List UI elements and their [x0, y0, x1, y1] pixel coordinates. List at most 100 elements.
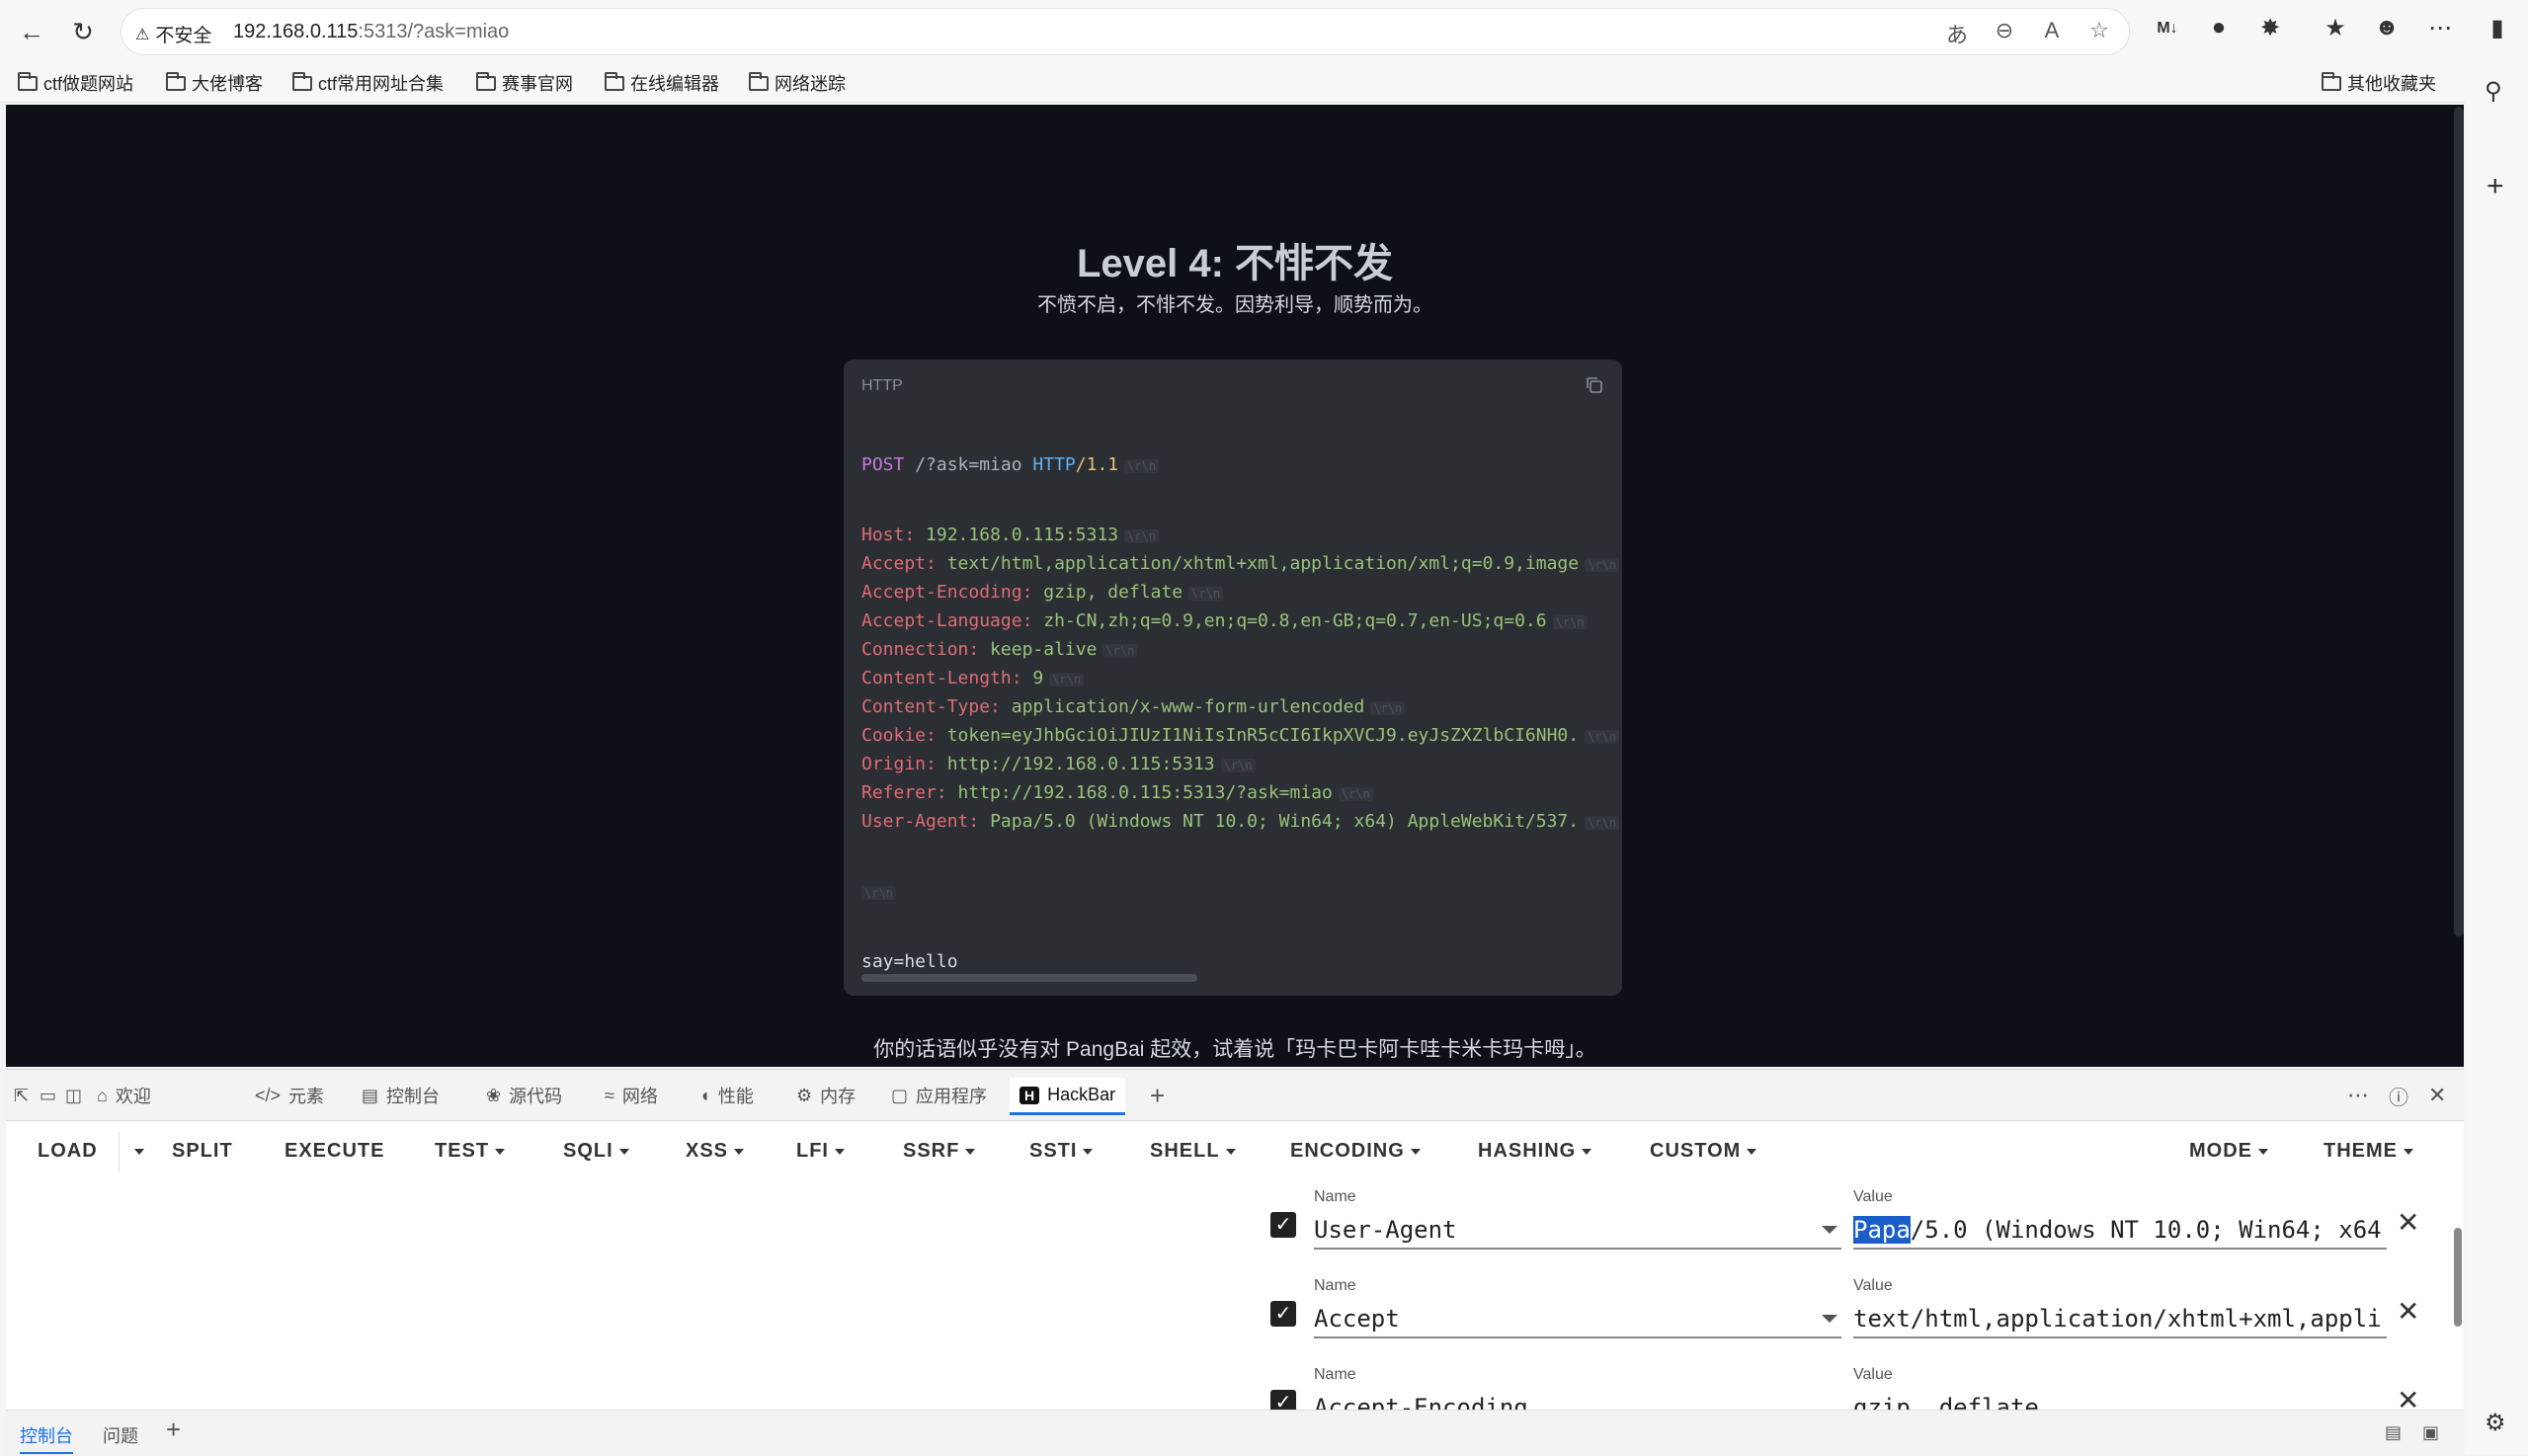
translate-icon[interactable]: あ — [1942, 18, 1972, 47]
chevron-down-icon — [1822, 1315, 1837, 1323]
custom-menu[interactable]: CUSTOM — [1650, 1140, 1757, 1163]
tab-application[interactable]: ▢ 应用程序 — [891, 1080, 987, 1111]
sidebar-toggle-icon[interactable]: ▮ — [2480, 14, 2515, 49]
bookmark-folder[interactable]: 赛事官网 — [476, 69, 573, 97]
folder-icon — [476, 71, 496, 91]
mode-menu[interactable]: MODE — [2189, 1140, 2268, 1163]
read-aloud-icon[interactable]: A — [2037, 18, 2067, 47]
encoding-menu[interactable]: ENCODING — [1290, 1140, 1421, 1163]
load-button[interactable]: LOAD — [38, 1140, 98, 1163]
menu-label: XSS — [686, 1140, 729, 1162]
more-menu-icon[interactable]: ⋯ — [2422, 14, 2458, 49]
header-name-select[interactable]: Accept-Encoding — [1314, 1388, 1841, 1410]
markdown-extension-icon[interactable]: M↓ — [2150, 20, 2185, 55]
help-icon[interactable]: ⓘ — [2389, 1080, 2408, 1111]
delete-header-icon[interactable]: ✕ — [2397, 1384, 2419, 1410]
load-dropdown-icon[interactable] — [128, 1140, 144, 1163]
header-value-input[interactable]: Papa/5.0 (Windows NT 10.0; Win64; x64 — [1853, 1210, 2387, 1250]
header-enabled-checkbox[interactable]: ✓ — [1270, 1301, 1296, 1327]
delete-header-icon[interactable]: ✕ — [2397, 1206, 2419, 1239]
browser-toolbar: ← ↻ ⚠ 不安全 192.168.0.115:5313/?ask=miao あ… — [0, 0, 2528, 63]
profile-avatar-icon[interactable]: ☻ — [2369, 14, 2405, 49]
dock-side-icon[interactable]: ◫ — [65, 1080, 82, 1111]
tab-elements[interactable]: </> 元素 — [255, 1080, 324, 1111]
theme-menu[interactable]: THEME — [2324, 1140, 2413, 1163]
code-horizontal-scrollbar[interactable] — [861, 974, 1197, 982]
extension-circle-icon[interactable]: ● — [2201, 14, 2237, 49]
favorite-star-icon[interactable]: ☆ — [2084, 18, 2114, 47]
menu-label: LFI — [796, 1140, 829, 1162]
execute-button[interactable]: EXECUTE — [285, 1140, 384, 1163]
address-bar[interactable]: ⚠ 不安全 192.168.0.115:5313/?ask=miao あ ⊖ A… — [121, 8, 2130, 55]
drawer-tab-issues[interactable]: 问题 — [103, 1422, 138, 1448]
xss-menu[interactable]: XSS — [686, 1140, 745, 1163]
header-enabled-checkbox[interactable]: ✓ — [1270, 1212, 1296, 1238]
header-value-input[interactable]: gzip, deflate — [1853, 1388, 2387, 1410]
add-tab-icon[interactable]: + — [1150, 1080, 1165, 1111]
url-text[interactable]: 192.168.0.115:5313/?ask=miao — [233, 21, 509, 43]
devtools-panel: ⇱ ▭ ◫ ⌂ 欢迎 </> 元素 ▤ 控制台 ❀ 源代码 ≈ 网络 ◖ 性能 ⚙ 内存 ▢ 应… — [6, 1069, 2464, 1456]
sqli-menu[interactable]: SQLI — [563, 1140, 629, 1163]
security-indicator[interactable]: ⚠ 不安全 — [135, 21, 211, 47]
tab-sources[interactable]: ❀ 源代码 — [486, 1080, 562, 1111]
request-path: /?ask=miao — [915, 454, 1022, 475]
drawer-tab-console[interactable]: 控制台 — [20, 1422, 73, 1454]
tab-hackbar[interactable]: H HackBar — [1010, 1078, 1126, 1115]
bookmark-folder[interactable]: 在线编辑器 — [605, 69, 719, 97]
favorites-icon[interactable]: ★ — [2318, 14, 2353, 49]
header-name-value: Accept — [1314, 1305, 1400, 1333]
ssti-menu[interactable]: SSTI — [1029, 1140, 1094, 1163]
page-vertical-scrollbar[interactable] — [2454, 107, 2464, 936]
ssrf-menu[interactable]: SSRF — [903, 1140, 976, 1163]
zoom-out-icon[interactable]: ⊖ — [1990, 18, 2019, 47]
devtools-tab-bar: ⇱ ▭ ◫ ⌂ 欢迎 </> 元素 ▤ 控制台 ❀ 源代码 ≈ 网络 ◖ 性能 ⚙ 内存 ▢ 应… — [6, 1070, 2464, 1121]
settings-gear-icon[interactable]: ⚙ — [2485, 1409, 2506, 1437]
header-value-input[interactable]: text/html,application/xhtml+xml,appli — [1853, 1299, 2387, 1338]
undock-drawer-icon[interactable]: ▤ — [2385, 1422, 2402, 1443]
test-menu[interactable]: TEST — [435, 1140, 506, 1163]
tab-welcome[interactable]: ⌂ 欢迎 — [97, 1080, 151, 1111]
header-key: Accept-Encoding — [861, 582, 1022, 603]
delete-header-icon[interactable]: ✕ — [2397, 1295, 2419, 1328]
shell-menu[interactable]: SHELL — [1150, 1140, 1236, 1163]
tab-performance[interactable]: ◖ 性能 — [699, 1080, 754, 1111]
tab-console[interactable]: ▤ 控制台 — [362, 1080, 440, 1111]
header-name-select[interactable]: User-Agent — [1314, 1210, 1841, 1250]
reload-icon[interactable]: ↻ — [63, 12, 103, 51]
more-options-icon[interactable]: ⋯ — [2347, 1080, 2369, 1111]
bookmark-folder[interactable]: ctf常用网址合集 — [292, 69, 444, 97]
bookmark-label: 在线编辑器 — [630, 74, 719, 94]
request-body: say=hello — [861, 951, 958, 972]
chevron-down-icon — [495, 1148, 506, 1155]
close-devtools-icon[interactable]: ✕ — [2428, 1080, 2446, 1111]
header-value: gzip, deflate — [1043, 582, 1183, 603]
crlf-marker: \r\n — [1124, 529, 1160, 543]
crlf-marker: \r\n — [1124, 459, 1160, 473]
header-name-select[interactable]: Accept — [1314, 1299, 1841, 1338]
home-icon: ⌂ — [97, 1085, 108, 1105]
device-toolbar-icon[interactable]: ▭ — [40, 1080, 56, 1111]
inspect-icon[interactable]: ⇱ — [14, 1080, 29, 1111]
bookmark-folder[interactable]: 大佬博客 — [166, 69, 263, 97]
header-value: http://192.168.0.115:5313 — [946, 754, 1215, 774]
tab-network[interactable]: ≈ 网络 — [605, 1080, 658, 1111]
split-button[interactable]: SPLIT — [172, 1140, 233, 1163]
back-icon[interactable]: ← — [12, 12, 51, 51]
bookmark-folder[interactable]: 网络迷踪 — [749, 69, 846, 97]
header-lines: Host: 192.168.0.115:5313 \r\n Accept: text… — [861, 521, 1622, 836]
tab-memory[interactable]: ⚙ 内存 — [796, 1080, 856, 1111]
search-icon[interactable]: ⚲ — [2485, 77, 2502, 106]
lfi-menu[interactable]: LFI — [796, 1140, 845, 1163]
code-language-label: HTTP — [861, 377, 903, 394]
crlf-marker: \r\n — [1552, 615, 1588, 629]
extensions-icon[interactable]: ✸ — [2252, 14, 2288, 49]
add-drawer-tab-icon[interactable]: + — [166, 1415, 181, 1445]
copy-icon[interactable] — [1585, 375, 1604, 395]
hackbar-scrollbar[interactable] — [2454, 1228, 2462, 1327]
collapse-drawer-icon[interactable]: ▣ — [2422, 1422, 2439, 1443]
hashing-menu[interactable]: HASHING — [1478, 1140, 1592, 1163]
add-icon[interactable]: + — [2487, 170, 2504, 203]
header-enabled-checkbox[interactable]: ✓ — [1270, 1390, 1296, 1410]
other-bookmarks-folder[interactable]: 其他收藏夹 — [2322, 69, 2436, 97]
bookmark-folder[interactable]: ctf做题网站 — [18, 69, 133, 97]
